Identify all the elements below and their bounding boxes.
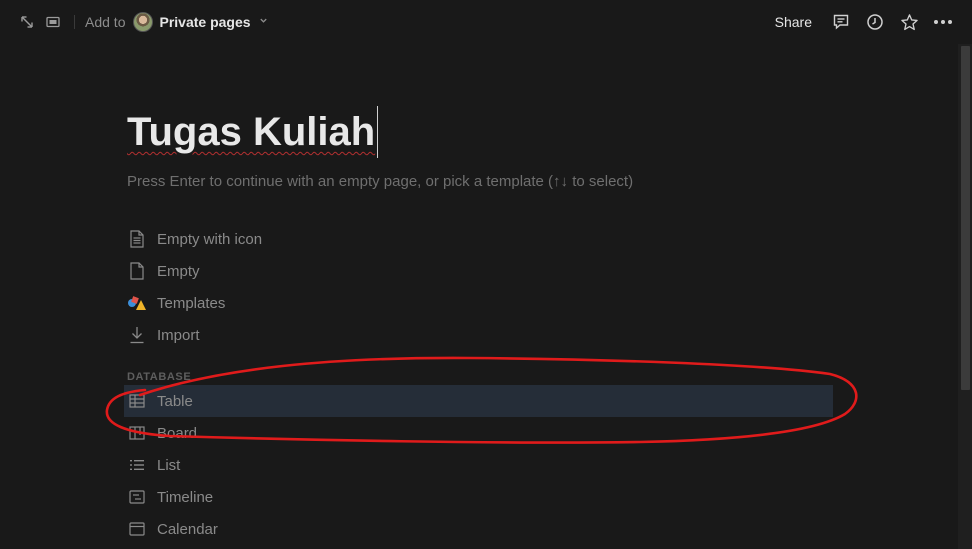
peek-mode-icon[interactable] bbox=[40, 9, 66, 35]
template-options: Empty with icon Empty Templates Import bbox=[127, 223, 847, 351]
list-icon bbox=[126, 454, 148, 476]
option-label: Templates bbox=[157, 294, 226, 312]
option-list[interactable]: List bbox=[127, 449, 847, 481]
page-title-text: Tugas Kuliah bbox=[127, 110, 376, 154]
option-label: Table bbox=[157, 392, 193, 410]
option-label: Timeline bbox=[157, 488, 214, 506]
share-button[interactable]: Share bbox=[775, 14, 812, 30]
option-board[interactable]: Board bbox=[127, 417, 847, 449]
download-arrow-icon bbox=[126, 324, 148, 346]
text-caret bbox=[377, 106, 379, 158]
topbar-divider bbox=[74, 15, 75, 29]
timeline-icon bbox=[126, 486, 148, 508]
empty-page-hint: Press Enter to continue with an empty pa… bbox=[127, 173, 634, 190]
chevron-down-icon bbox=[259, 16, 268, 28]
option-timeline[interactable]: Timeline bbox=[127, 481, 847, 513]
clock-icon[interactable] bbox=[858, 9, 892, 35]
option-templates[interactable]: Templates bbox=[127, 287, 847, 319]
page-content: Tugas Kuliah Press Enter to continue wit… bbox=[124, 100, 847, 545]
database-section-label: DATABASE bbox=[127, 371, 192, 383]
topbar-left: Add to Private pages bbox=[14, 9, 268, 35]
option-table[interactable]: Table bbox=[124, 385, 833, 417]
scrollbar-thumb[interactable] bbox=[961, 46, 970, 390]
topbar: Add to Private pages Share bbox=[0, 0, 972, 44]
database-options: Table Board List Timeline Calendar bbox=[124, 385, 847, 545]
add-to-label: Add to bbox=[85, 14, 126, 30]
board-icon bbox=[126, 422, 148, 444]
expand-icon[interactable] bbox=[14, 9, 40, 35]
more-icon[interactable] bbox=[926, 9, 960, 35]
option-label: Import bbox=[157, 326, 200, 344]
option-calendar[interactable]: Calendar bbox=[127, 513, 847, 545]
option-import[interactable]: Import bbox=[127, 319, 847, 351]
topbar-right: Share bbox=[775, 9, 960, 35]
option-label: Empty bbox=[157, 262, 200, 280]
avatar bbox=[133, 12, 154, 32]
private-pages-dropdown[interactable]: Private pages bbox=[133, 12, 267, 32]
templates-shapes-icon bbox=[126, 292, 148, 314]
calendar-icon bbox=[126, 518, 148, 540]
table-icon bbox=[126, 390, 148, 412]
page-title[interactable]: Tugas Kuliah bbox=[127, 100, 379, 164]
page-lines-icon bbox=[126, 228, 148, 250]
scrollbar[interactable] bbox=[958, 44, 972, 549]
option-empty-with-icon[interactable]: Empty with icon bbox=[127, 223, 847, 255]
private-pages-label: Private pages bbox=[159, 14, 251, 30]
option-label: Empty with icon bbox=[157, 230, 263, 248]
page-icon bbox=[126, 260, 148, 282]
option-empty[interactable]: Empty bbox=[127, 255, 847, 287]
option-label: Board bbox=[157, 424, 198, 442]
comment-icon[interactable] bbox=[824, 9, 858, 35]
star-icon[interactable] bbox=[892, 9, 926, 35]
option-label: Calendar bbox=[157, 520, 218, 538]
option-label: List bbox=[157, 456, 181, 474]
